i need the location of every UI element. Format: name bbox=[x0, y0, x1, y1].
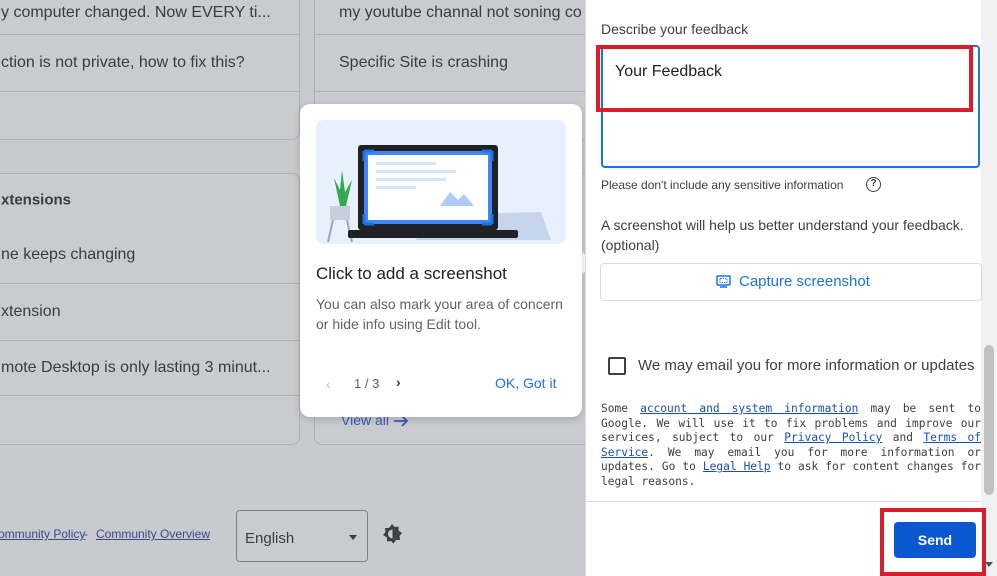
question-list-card: y computer changed. Now EVERY ti... ctio… bbox=[0, 0, 300, 140]
community-overview-link[interactable]: Community Overview bbox=[96, 527, 210, 541]
legal-text: and bbox=[882, 431, 924, 444]
chevron-left-icon[interactable]: ‹ bbox=[326, 376, 331, 392]
chevron-down-icon bbox=[349, 535, 357, 540]
scroll-down-icon[interactable] bbox=[985, 562, 993, 567]
scrollbar-thumb[interactable] bbox=[984, 345, 994, 495]
list-item[interactable]: mote Desktop is only lasting 3 minut... bbox=[0, 341, 299, 396]
list-item[interactable]: y computer changed. Now EVERY ti... bbox=[0, 0, 299, 35]
coach-title: Click to add a screenshot bbox=[316, 264, 507, 283]
legal-help-link[interactable]: Legal Help bbox=[703, 460, 771, 473]
laptop-illustration bbox=[316, 120, 566, 244]
help-icon[interactable]: ? bbox=[866, 177, 881, 192]
email-opt-in-label: We may email you for more information or… bbox=[638, 357, 975, 374]
annotation-highlight-box bbox=[596, 45, 973, 112]
coach-ok-button[interactable]: OK, Got it bbox=[495, 375, 556, 391]
list-item[interactable] bbox=[0, 396, 299, 446]
screenshot-icon bbox=[716, 275, 731, 288]
language-value: English bbox=[245, 530, 295, 547]
brightness-icon[interactable] bbox=[380, 522, 404, 546]
chevron-right-icon[interactable]: › bbox=[396, 374, 401, 390]
list-item[interactable]: xtension bbox=[0, 284, 299, 341]
coach-step-counter: 1 / 3 bbox=[354, 376, 380, 391]
list-item[interactable] bbox=[0, 92, 299, 141]
list-item[interactable]: ction is not private, how to fix this? bbox=[0, 35, 299, 92]
privacy-policy-link[interactable]: Privacy Policy bbox=[784, 431, 882, 444]
panel-divider bbox=[585, 501, 981, 502]
legal-disclaimer: Some account and system information may … bbox=[601, 402, 981, 489]
list-item[interactable]: my youtube channal not soning co bbox=[315, 0, 603, 35]
panel-scrollbar[interactable] bbox=[981, 0, 997, 576]
email-opt-in-checkbox[interactable] bbox=[608, 357, 626, 375]
arrow-right-icon bbox=[393, 415, 409, 427]
section-heading: xtensions bbox=[1, 191, 72, 209]
account-info-link[interactable]: account and system information bbox=[640, 402, 858, 415]
question-list-card: xtensions ne keeps changing xtension mot… bbox=[0, 173, 300, 445]
annotation-highlight-box bbox=[880, 508, 986, 576]
legal-text: Some bbox=[601, 402, 641, 415]
feedback-label: Describe your feedback bbox=[601, 21, 749, 37]
community-policy-link[interactable]: ommunity Policy bbox=[0, 527, 85, 541]
list-item[interactable]: Specific Site is crashing bbox=[315, 35, 603, 92]
sensitive-info-note: Please don't include any sensitive infor… bbox=[601, 178, 844, 192]
screenshot-info-text: A screenshot will help us better underst… bbox=[601, 217, 964, 253]
screenshot-coach-mark: Click to add a screenshot You can also m… bbox=[300, 104, 582, 417]
list-item[interactable]: ne keeps changing bbox=[0, 226, 299, 284]
footer-separator: - bbox=[84, 527, 88, 541]
coach-description: You can also mark your area of concern o… bbox=[316, 296, 563, 332]
language-select[interactable]: English bbox=[236, 510, 368, 562]
capture-screenshot-label: Capture screenshot bbox=[739, 273, 870, 290]
